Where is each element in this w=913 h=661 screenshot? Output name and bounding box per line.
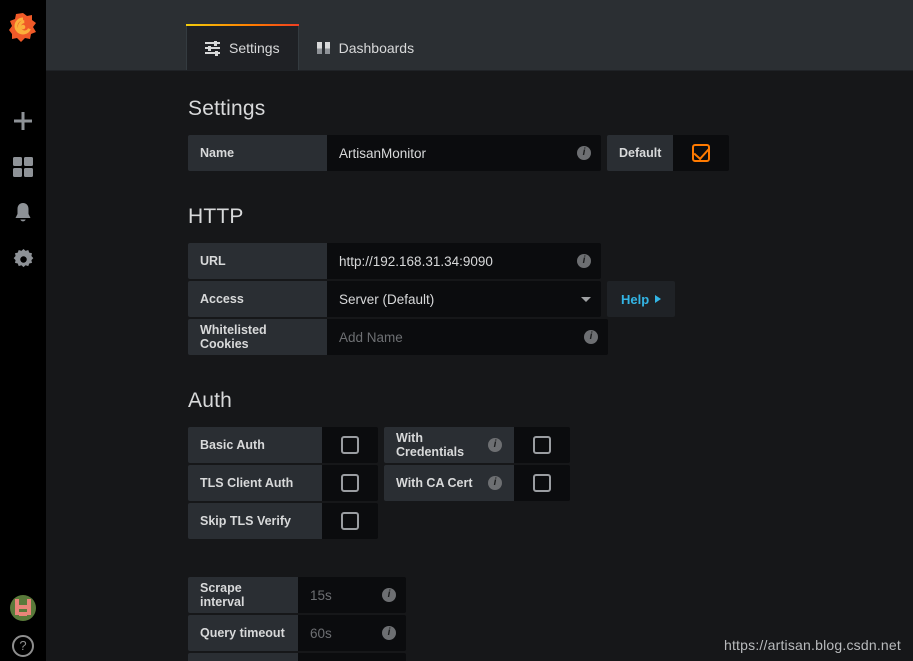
chevron-right-icon [655, 295, 661, 303]
next-row-label [188, 653, 298, 661]
whitelisted-cookies-label: Whitelisted Cookies [188, 319, 327, 355]
tls-client-auth-row: TLS Client Auth With CA Cert i [188, 465, 913, 501]
avatar[interactable] [10, 595, 36, 621]
name-input[interactable]: ArtisanMonitor i [327, 135, 601, 171]
scrape-interval-row: Scrape interval 15s i [188, 577, 913, 613]
grafana-logo[interactable] [0, 0, 46, 56]
name-label: Name [188, 135, 327, 171]
sidebar-item-create[interactable] [0, 98, 46, 144]
side-nav-items [0, 98, 46, 282]
checkbox-unchecked-icon [533, 474, 551, 492]
basic-auth-label: Basic Auth [188, 427, 322, 463]
with-credentials-checkbox[interactable] [514, 427, 570, 463]
info-icon[interactable]: i [577, 146, 591, 160]
sliders-icon [205, 42, 220, 54]
whitelisted-cookies-input[interactable]: Add Name i [327, 319, 608, 355]
sidebar-item-dashboards[interactable] [0, 144, 46, 190]
with-credentials-label: With Credentials [396, 431, 488, 459]
scrape-interval-placeholder: 15s [310, 588, 332, 603]
with-ca-cert-label: With CA Cert [396, 476, 473, 490]
tab-bar: Settings Dashboards [46, 0, 913, 71]
name-row: Name ArtisanMonitor i Default [188, 135, 913, 171]
with-ca-cert-checkbox[interactable] [514, 465, 570, 501]
side-navigation: ? [0, 0, 46, 661]
skip-tls-verify-row: Skip TLS Verify [188, 503, 913, 539]
sidebar-item-alerting[interactable] [0, 190, 46, 236]
basic-auth-checkbox[interactable] [322, 427, 378, 463]
query-timeout-label: Query timeout [188, 615, 298, 651]
access-label: Access [188, 281, 327, 317]
checkbox-checked-icon [692, 144, 710, 162]
with-ca-cert-label-cell: With CA Cert i [384, 465, 514, 501]
sidebar-item-configuration[interactable] [0, 236, 46, 282]
scrape-interval-label: Scrape interval [188, 577, 298, 613]
help-button[interactable]: Help [607, 281, 675, 317]
tls-client-auth-label: TLS Client Auth [188, 465, 322, 501]
bell-icon [13, 202, 33, 224]
watermark: https://artisan.blog.csdn.net [724, 637, 901, 653]
default-checkbox[interactable] [673, 135, 729, 171]
chevron-down-icon [581, 297, 591, 302]
tab-dashboards[interactable]: Dashboards [299, 26, 433, 70]
next-row-partial [188, 653, 913, 661]
next-row-input[interactable] [298, 653, 406, 661]
url-input-value: http://192.168.31.34:9090 [339, 254, 493, 269]
url-input[interactable]: http://192.168.31.34:9090 i [327, 243, 601, 279]
plus-icon [12, 110, 34, 132]
page-title: Settings [188, 97, 913, 121]
info-icon[interactable]: i [382, 626, 396, 640]
checkbox-unchecked-icon [341, 436, 359, 454]
url-row: URL http://192.168.31.34:9090 i [188, 243, 913, 279]
basic-auth-row: Basic Auth With Credentials i [188, 427, 913, 463]
checkbox-unchecked-icon [341, 512, 359, 530]
query-timeout-input[interactable]: 60s i [298, 615, 406, 651]
main-area: Settings Dashboards Settings Name Artisa… [46, 0, 913, 661]
skip-tls-verify-checkbox[interactable] [322, 503, 378, 539]
tab-settings-label: Settings [229, 40, 280, 56]
info-icon[interactable]: i [584, 330, 598, 344]
default-label: Default [607, 135, 673, 171]
access-row: Access Server (Default) Help [188, 281, 913, 317]
settings-form: Settings Name ArtisanMonitor i Default H… [46, 71, 913, 661]
grafana-logo-icon [8, 12, 38, 44]
http-heading: HTTP [188, 205, 913, 229]
tls-client-auth-checkbox[interactable] [322, 465, 378, 501]
side-nav-bottom: ? [0, 595, 46, 657]
auth-heading: Auth [188, 389, 913, 413]
help-icon[interactable]: ? [12, 635, 34, 657]
info-icon[interactable]: i [577, 254, 591, 268]
with-credentials-label-cell: With Credentials i [384, 427, 514, 463]
whitelisted-cookies-row: Whitelisted Cookies Add Name i [188, 319, 913, 355]
tab-settings[interactable]: Settings [186, 26, 299, 70]
grid-icon [13, 157, 33, 177]
tab-dashboards-label: Dashboards [339, 40, 415, 56]
access-select[interactable]: Server (Default) [327, 281, 601, 317]
scrape-interval-input[interactable]: 15s i [298, 577, 406, 613]
url-label: URL [188, 243, 327, 279]
query-timeout-placeholder: 60s [310, 626, 332, 641]
gear-icon [13, 249, 34, 270]
grid-icon [317, 42, 330, 54]
access-select-value: Server (Default) [339, 292, 434, 307]
name-input-value: ArtisanMonitor [339, 146, 426, 161]
skip-tls-verify-label: Skip TLS Verify [188, 503, 322, 539]
checkbox-unchecked-icon [341, 474, 359, 492]
whitelisted-cookies-placeholder: Add Name [339, 330, 403, 345]
checkbox-unchecked-icon [533, 436, 551, 454]
info-icon[interactable]: i [488, 438, 502, 452]
help-button-label: Help [621, 292, 649, 307]
info-icon[interactable]: i [382, 588, 396, 602]
info-icon[interactable]: i [488, 476, 502, 490]
